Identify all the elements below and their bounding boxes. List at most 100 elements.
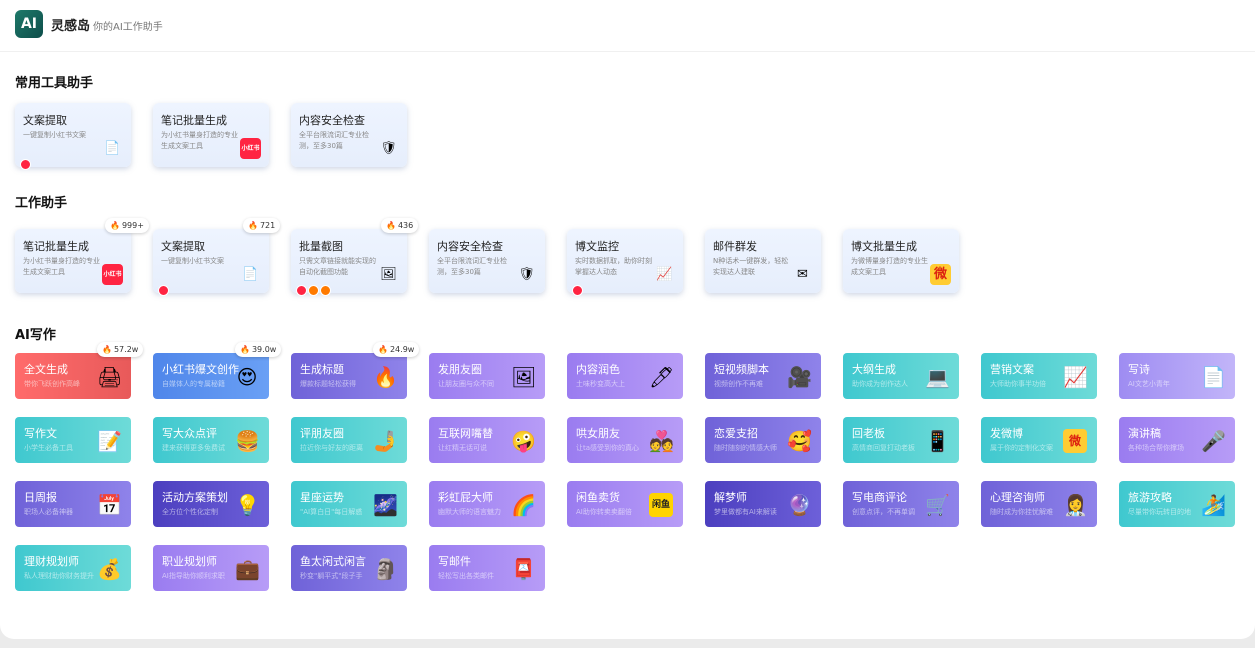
frame-icon: 🖼 [511, 365, 537, 389]
ai-tool-card-lightbulb[interactable]: 活动方案策划 全方位个性化定制 💡 [153, 481, 269, 527]
ai-tool-desc: 小学生必备工具 [24, 444, 73, 452]
ai-tool-card-money-bag[interactable]: 理财规划师 私人理财助你财务提升 💰 [15, 545, 131, 591]
ai-tool-card-rainbow[interactable]: 彩虹屁大师 幽默大师的语言魅力 🌈 [429, 481, 545, 527]
ai-tool-title: 演讲稿 [1128, 427, 1161, 440]
ai-tool-desc: 随时成为你挂忧解难 [990, 508, 1053, 516]
surfer-icon: 🏄 [1201, 493, 1226, 517]
ai-tool-card-smiling-hearts[interactable]: 恋爱支招随时随刻的情感大师 🥰 [705, 417, 821, 463]
calendar-icon: 📅 [97, 493, 122, 517]
ai-tool-title: 星座运势 [300, 491, 344, 504]
app-brand[interactable]: 灵感岛 [51, 15, 90, 34]
ai-tool-title: 全文生成 [24, 363, 68, 376]
tool-card-xiaohongshu[interactable]: 笔记批量生成 为小红书量身打造的专业生成文案工具 小红书 [15, 229, 131, 293]
app-logo[interactable]: AI [15, 10, 43, 38]
ai-tool-title: 鱼太闲式闲言 [300, 555, 366, 568]
hot-count-badge: 🔥 57.2w [97, 342, 144, 357]
tool-card-document[interactable]: 文案提取 一键复制小红书文案 📄 [153, 229, 269, 296]
ai-tool-desc: 高情商回复打动老板 [852, 444, 915, 452]
fire-icon: 🔥 [240, 345, 250, 354]
ai-tool-desc: AI文艺小青年 [1128, 380, 1170, 388]
ai-tool-card-calendar[interactable]: 日周报 职场人必备神器 📅 [15, 481, 131, 527]
platform-badges [296, 285, 332, 296]
ai-tool-title: 写作文 [24, 427, 57, 440]
ai-tool-card-microphone[interactable]: 演讲稿 各种场合帮你撑场 🎤 [1119, 417, 1235, 463]
ai-tool-desc: 随时随刻的情感大师 [714, 444, 777, 452]
ai-tool-card-crazy-face[interactable]: 互联网嘴替 让红精无话可说 🤪 [429, 417, 545, 463]
tool-card-desc: 只需文章链接就能实现的自动化截图功能 [299, 257, 376, 276]
ai-tool-desc: 职场人必备神器 [24, 508, 73, 516]
tool-card-xiaohongshu[interactable]: 笔记批量生成 为小红书量身打造的专业生成文案工具 小红书 [153, 103, 269, 167]
ai-tool-card-pen[interactable]: 内容润色 土味秒变高大上 🖊 [567, 353, 683, 399]
ai-tool-card-briefcase[interactable]: 职业规划师 AI指导助你顺利求职 💼 [153, 545, 269, 591]
ai-tool-card-weibo[interactable]: 发微博 属于你的定制化文案 微 [981, 417, 1097, 463]
ai-tool-title: 生成标题 [300, 363, 344, 376]
mail-icon: ✉ [797, 267, 808, 282]
tool-card-desc: 全平台限流词汇专业检测，至多30篇 [437, 257, 507, 276]
xianyu-icon: 闲鱼 [649, 493, 673, 517]
ai-tool-card-chart[interactable]: 营销文案 大师助你事半功倍 📈 [981, 353, 1097, 399]
tool-card-title: 博文监控 [575, 240, 619, 253]
shield-icon: 🛡 [380, 141, 397, 156]
ai-tool-card-burger[interactable]: 写大众点评 建来获得更多免费试 🍔 [153, 417, 269, 463]
shield-icon: 🛡 [518, 267, 535, 282]
ai-tool-card-statue[interactable]: 鱼太闲式闲言 秒变"躺平式"段子手 🗿 [291, 545, 407, 591]
ai-tool-card-document[interactable]: 写诗 AI文艺小青年 📄 [1119, 353, 1235, 399]
ai-tool-title: 发微博 [990, 427, 1023, 440]
ai-tool-title: 彩虹屁大师 [438, 491, 493, 504]
ai-tool-desc: 自媒体人的专属秘籍 [162, 380, 225, 388]
ai-tool-card-laptop[interactable]: 大纲生成 助你成为创作达人 💻 [843, 353, 959, 399]
tool-card-desc: 为小红书量身打造的专业生成文案工具 [23, 257, 100, 276]
tool-card-desc: 一键复制小红书文案 [23, 131, 86, 139]
tool-card-desc: 为小红书量身打造的专业生成文案工具 [161, 131, 238, 150]
ai-tool-title: 发朋友圈 [438, 363, 482, 376]
ai-tool-card-mailbox[interactable]: 写邮件 轻松写出各类邮件 📮 [429, 545, 545, 591]
tool-card-title: 邮件群发 [713, 240, 757, 253]
crazy-face-icon: 🤪 [511, 429, 536, 453]
ai-tool-title: 写大众点评 [162, 427, 217, 440]
ai-tool-card-counselor[interactable]: 心理咨询师 随时成为你挂忧解难 👩‍⚕️ [981, 481, 1097, 527]
tool-card-weibo[interactable]: 博文批量生成 为微博量身打造的专业生成文案工具微 [843, 229, 959, 293]
ai-tool-card-couple[interactable]: 哄女朋友 让ta感受到你的真心 💑 [567, 417, 683, 463]
couple-icon: 💑 [649, 429, 674, 453]
tool-card-picture[interactable]: 批量截图 只需文章链接就能实现的自动化截图功能 🖼 [291, 229, 407, 296]
document-icon: 📄 [242, 267, 259, 282]
hot-count: 436 [397, 221, 414, 230]
smiling-hearts-icon: 🥰 [787, 429, 812, 453]
ai-tool-card-cart[interactable]: 写电商评论 创意点评，不再单调 🛒 [843, 481, 959, 527]
tool-card-title: 博文批量生成 [851, 240, 917, 253]
tool-card-title: 文案提取 [23, 114, 67, 127]
ai-tool-card-fire[interactable]: 生成标题 爆款标题轻松获得 🔥 [291, 353, 407, 399]
ai-tool-card-camera[interactable]: 短视频脚本 视频创作不再难 🎥 [705, 353, 821, 399]
ai-tool-card-notepad[interactable]: 写作文小学生必备工具 📝 [15, 417, 131, 463]
ai-tool-card-xianyu[interactable]: 闲鱼卖货 AI助你转卖卖翻倍 闲鱼 [567, 481, 683, 527]
ai-tool-desc: 让红精无话可说 [438, 444, 487, 452]
ai-tool-desc: 轻松写出各类邮件 [438, 572, 494, 580]
fire-icon: 🔥 [378, 345, 388, 354]
picture-icon: 🖼 [380, 267, 397, 282]
weibo-badge-icon [308, 285, 319, 296]
ai-tool-card-frame[interactable]: 发朋友圈让朋友圈与众不同 🖼 [429, 353, 545, 399]
ai-tool-title: 写诗 [1128, 363, 1150, 376]
ai-tool-desc: 助你成为创作达人 [852, 380, 908, 388]
ai-tool-title: 恋爱支招 [714, 427, 758, 440]
tool-card-document[interactable]: 文案提取 一键复制小红书文案 📄 [15, 103, 131, 170]
ai-tool-card-printer[interactable]: 全文生成 带你飞跃创作高峰 🖨 [15, 353, 131, 399]
ai-tool-card-crystal-ball[interactable]: 解梦师 梦里做都有AI来解读 🔮 [705, 481, 821, 527]
tool-card-mail[interactable]: 邮件群发 N种话术一键群发，轻松实现达人建联 ✉ [705, 229, 821, 293]
tool-card-shield[interactable]: 内容安全检查 全平台限流词汇专业检测，至多30篇 🛡 [429, 229, 545, 293]
ai-tool-card-phone[interactable]: 回老板 高情商回复打动老板 📱 [843, 417, 959, 463]
ai-tool-desc: 创意点评，不再单调 [852, 508, 915, 516]
lightbulb-icon: 💡 [235, 493, 260, 517]
ai-tool-title: 评朋友圈 [300, 427, 344, 440]
tool-card-title: 文案提取 [161, 240, 205, 253]
printer-icon: 🖨 [97, 365, 123, 389]
ai-tool-card-heart-eyes[interactable]: 小红书爆文创作 自媒体人的专属秘籍 😍 [153, 353, 269, 399]
tool-card-chart[interactable]: 博文监控 实时数据抓取，助你时刻掌握达人动态 📈 [567, 229, 683, 296]
ai-tool-card-stars[interactable]: 星座运势 "AI算白日"每日解惑 🌌 [291, 481, 407, 527]
notepad-icon: 📝 [97, 429, 122, 453]
ai-tool-desc: 让朋友圈与众不同 [438, 380, 494, 388]
ai-tool-card-surfer[interactable]: 旅游攻略 尽量带你玩转目的地 🏄 [1119, 481, 1235, 527]
ai-tool-card-selfie-stick[interactable]: 评朋友圈 拉近你与好友的距离 🤳 [291, 417, 407, 463]
tool-card-shield[interactable]: 内容安全检查 全平台限流词汇专业检测，至多30篇 🛡 [291, 103, 407, 167]
app-header: AI 灵感岛 你的AI工作助手 [0, 0, 1255, 52]
